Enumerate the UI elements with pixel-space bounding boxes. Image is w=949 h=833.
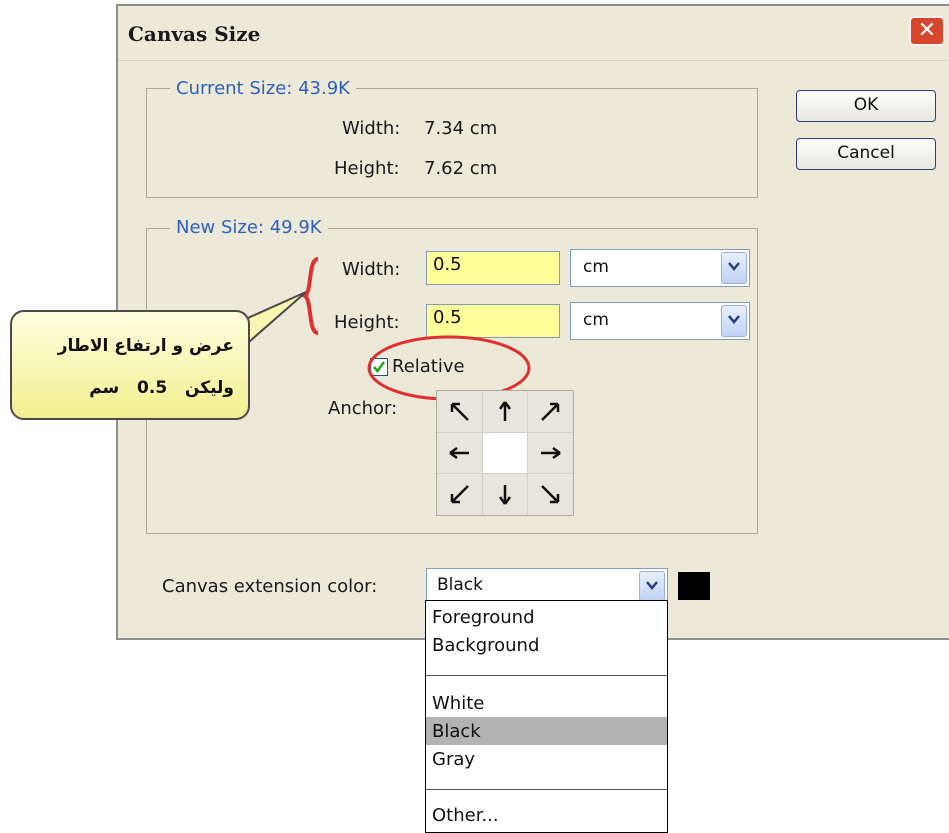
arrow-left-icon bbox=[449, 446, 470, 460]
extension-color-value: Black bbox=[437, 575, 483, 595]
anchor-top-left[interactable] bbox=[437, 391, 482, 432]
callout-line-2: وليكن 0.5 سم bbox=[89, 378, 234, 398]
chevron-down-icon[interactable] bbox=[721, 305, 747, 337]
anchor-bottom-right[interactable] bbox=[528, 474, 573, 515]
new-height-label: Height: bbox=[334, 312, 400, 333]
current-height-label: Height: bbox=[334, 158, 400, 179]
chevron-down-icon[interactable] bbox=[721, 252, 747, 284]
option-gray[interactable]: Gray bbox=[432, 749, 475, 770]
callout-line-1: عرض و ارتفاع الاطار bbox=[57, 336, 234, 356]
new-width-field[interactable]: 0.5 bbox=[426, 251, 560, 285]
title-bar[interactable]: Canvas Size ✕ bbox=[118, 6, 949, 61]
extension-color-swatch[interactable] bbox=[678, 572, 710, 600]
extension-color-label: Canvas extension color: bbox=[162, 576, 378, 597]
arrow-right-icon bbox=[540, 446, 561, 460]
arrow-up-left-icon bbox=[451, 403, 470, 422]
current-width-label: Width: bbox=[342, 118, 401, 139]
new-width-label: Width: bbox=[342, 259, 401, 280]
cancel-button[interactable]: Cancel bbox=[796, 138, 936, 170]
arrow-up-icon bbox=[498, 401, 512, 422]
dialog-title: Canvas Size bbox=[128, 22, 261, 46]
arrow-down-left-icon bbox=[451, 484, 470, 503]
anchor-right[interactable] bbox=[528, 432, 573, 474]
width-unit-value: cm bbox=[583, 257, 609, 277]
current-height-value: 7.62 cm bbox=[424, 158, 498, 179]
dropdown-separator bbox=[426, 789, 667, 790]
current-size-legend: Current Size: 43.9K bbox=[170, 78, 356, 99]
option-foreground[interactable]: Foreground bbox=[432, 607, 535, 628]
anchor-bottom[interactable] bbox=[482, 474, 528, 515]
extension-color-dropdown: Foreground Background White Black Gray O… bbox=[425, 600, 668, 833]
anchor-top-right[interactable] bbox=[528, 391, 573, 432]
ok-button[interactable]: OK bbox=[796, 90, 936, 122]
new-size-legend: New Size: 49.9K bbox=[170, 217, 328, 238]
arrow-up-right-icon bbox=[540, 403, 559, 422]
option-black[interactable]: Black bbox=[432, 721, 481, 742]
height-unit-select[interactable]: cm bbox=[570, 302, 750, 340]
anchor-label: Anchor: bbox=[328, 398, 398, 419]
extension-color-select[interactable]: Black bbox=[426, 568, 668, 604]
option-white[interactable]: White bbox=[432, 693, 484, 714]
height-unit-value: cm bbox=[583, 310, 609, 330]
option-other[interactable]: Other... bbox=[432, 805, 499, 826]
callout-annotation: عرض و ارتفاع الاطار وليكن 0.5 سم bbox=[10, 310, 250, 420]
anchor-grid bbox=[436, 390, 574, 516]
arrow-down-right-icon bbox=[540, 484, 559, 503]
close-icon: ✕ bbox=[917, 18, 937, 43]
close-button[interactable]: ✕ bbox=[909, 16, 945, 46]
anchor-left[interactable] bbox=[437, 432, 482, 474]
anchor-bottom-left[interactable] bbox=[437, 474, 482, 515]
width-unit-select[interactable]: cm bbox=[570, 249, 750, 287]
anchor-top[interactable] bbox=[482, 391, 528, 432]
current-size-group bbox=[146, 88, 758, 198]
arrow-down-icon bbox=[498, 484, 512, 505]
current-width-value: 7.34 cm bbox=[424, 118, 498, 139]
dropdown-separator bbox=[426, 675, 667, 676]
option-background[interactable]: Background bbox=[432, 635, 539, 656]
chevron-down-icon[interactable] bbox=[639, 571, 665, 601]
anchor-center[interactable] bbox=[482, 432, 528, 474]
